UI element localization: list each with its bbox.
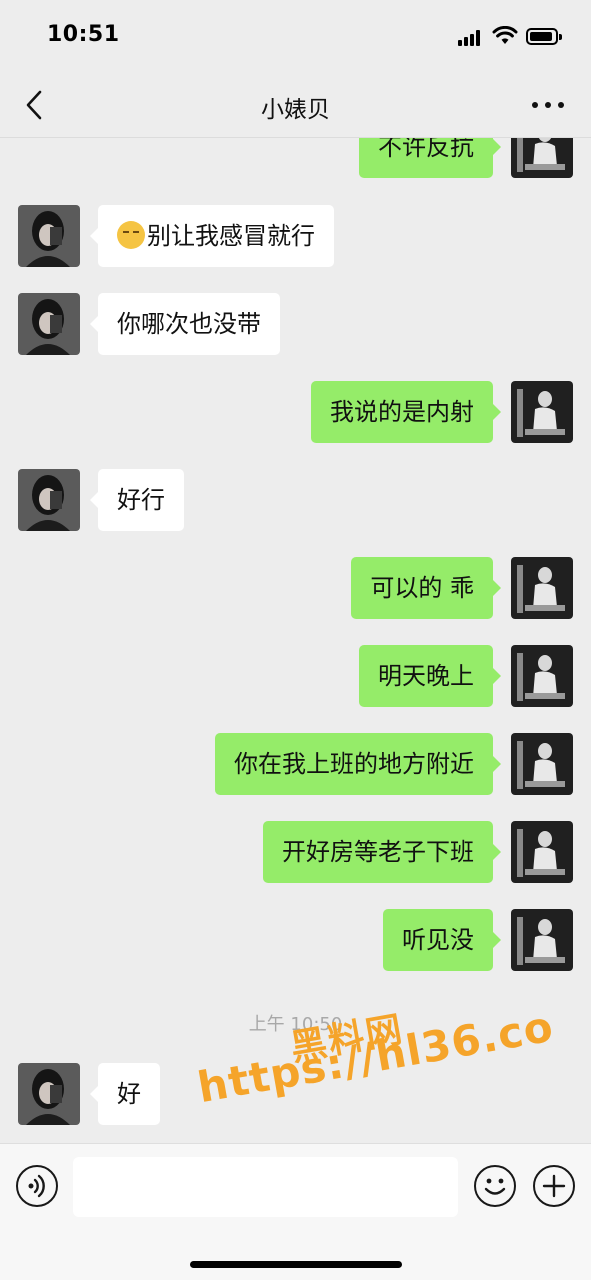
contact-avatar[interactable]: [18, 293, 80, 355]
message-row: 好: [0, 1063, 591, 1125]
status-bar: 10:51: [0, 0, 591, 72]
message-bubble-sent[interactable]: 可以的 乖: [351, 557, 501, 619]
message-row: 开好房等老子下班: [0, 821, 591, 883]
message-bubble-sent[interactable]: 不许反抗: [359, 138, 501, 178]
contact-avatar[interactable]: [18, 1063, 80, 1125]
message-bubble-sent[interactable]: 开好房等老子下班: [263, 821, 501, 883]
home-indicator[interactable]: [190, 1261, 402, 1268]
plus-icon[interactable]: [533, 1165, 575, 1207]
message-row: 我说的是内射: [0, 381, 591, 443]
message-bubble-received[interactable]: 好: [90, 1063, 160, 1125]
voice-icon[interactable]: [16, 1165, 58, 1207]
my-avatar[interactable]: [511, 557, 573, 619]
chat-title: 小婊贝: [261, 97, 330, 123]
my-avatar[interactable]: [511, 733, 573, 795]
contact-avatar[interactable]: [18, 469, 80, 531]
message-row: 别让我感冒就行: [0, 205, 591, 267]
battery-icon: [526, 28, 562, 45]
message-bubble-received[interactable]: 别让我感冒就行: [90, 205, 334, 267]
message-bubble-received[interactable]: 好行: [90, 469, 184, 531]
chat-header: 小婊贝: [0, 72, 591, 138]
status-time: 10:51: [47, 22, 120, 47]
message-row: 听见没: [0, 909, 591, 971]
message-row: 明天晚上: [0, 645, 591, 707]
message-timestamp: 上午 10:50: [248, 1014, 343, 1035]
my-avatar[interactable]: [511, 645, 573, 707]
my-avatar[interactable]: [511, 381, 573, 443]
wifi-icon: [492, 26, 518, 44]
message-bubble-received[interactable]: 你哪次也没带: [90, 293, 280, 355]
more-dots-icon[interactable]: [528, 94, 568, 114]
cellular-signal-icon: [458, 30, 484, 46]
message-row: 你在我上班的地方附近: [0, 733, 591, 795]
message-bubble-sent[interactable]: 你在我上班的地方附近: [215, 733, 501, 795]
message-row: 好行: [0, 469, 591, 531]
sneezing-face-icon: [117, 221, 145, 249]
my-avatar[interactable]: [511, 138, 573, 178]
emoji-icon[interactable]: [474, 1165, 516, 1207]
message-row: 你哪次也没带: [0, 293, 591, 355]
my-avatar[interactable]: [511, 821, 573, 883]
message-bubble-sent[interactable]: 我说的是内射: [311, 381, 501, 443]
contact-avatar[interactable]: [18, 205, 80, 267]
message-bubble-sent[interactable]: 听见没: [383, 909, 501, 971]
message-text: 别让我感冒就行: [147, 222, 315, 250]
message-bubble-sent[interactable]: 明天晚上: [359, 645, 501, 707]
message-input[interactable]: [73, 1157, 458, 1217]
input-bar: [0, 1143, 591, 1280]
message-row: 不许反抗: [0, 138, 591, 178]
message-list[interactable]: 不许反抗 别让我感冒就行 你哪次也没带 我说的是内射 好行 可以的 乖 明天晚上…: [0, 138, 591, 1143]
message-row: 可以的 乖: [0, 557, 591, 619]
my-avatar[interactable]: [511, 909, 573, 971]
